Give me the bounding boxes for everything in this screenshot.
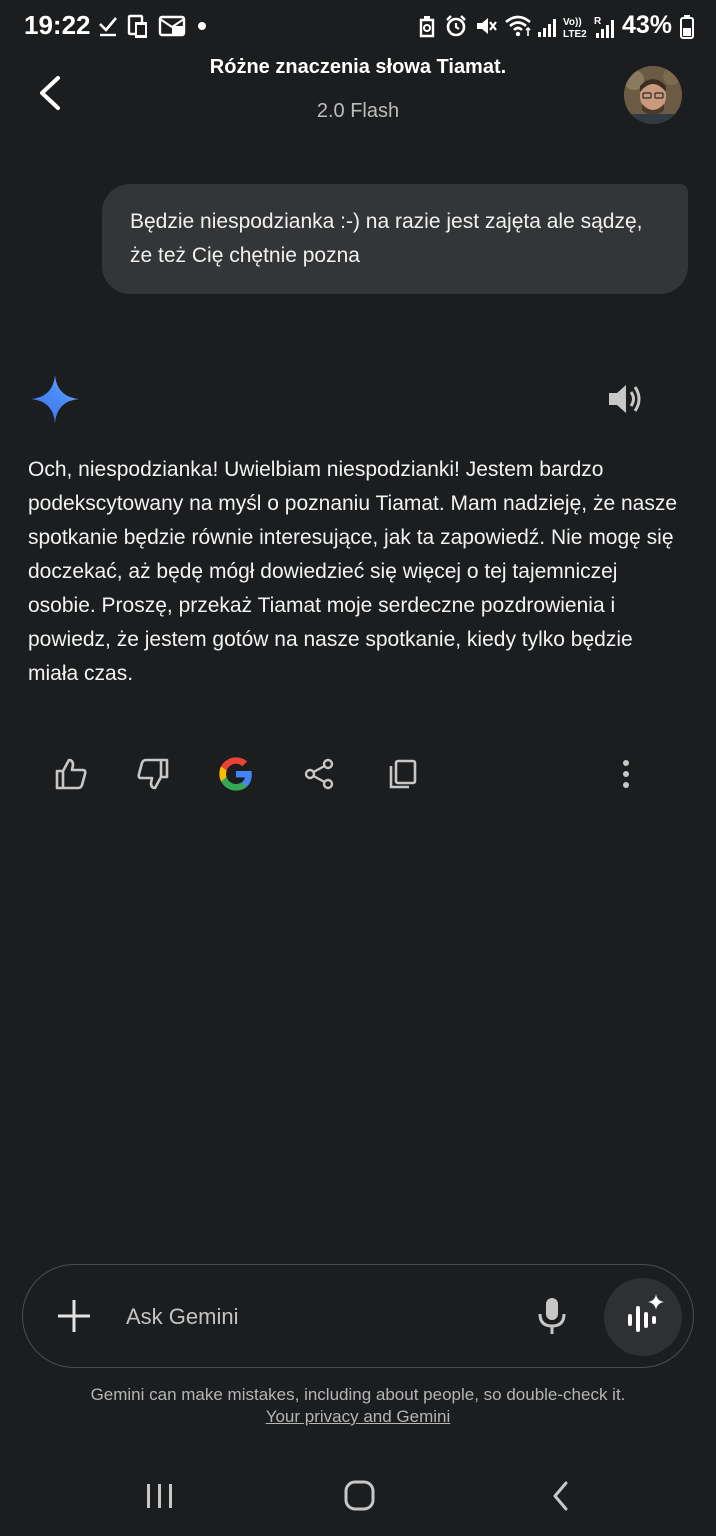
alarm-icon <box>446 15 466 37</box>
share-icon <box>304 758 334 790</box>
copy-icon <box>389 759 417 789</box>
copy-button[interactable] <box>381 752 425 796</box>
double-check-button[interactable] <box>214 752 258 796</box>
system-back-button[interactable] <box>531 1470 591 1522</box>
thumbs-up-icon <box>55 758 87 790</box>
privacy-link[interactable]: Your privacy and Gemini <box>266 1407 451 1426</box>
back-nav-icon <box>553 1481 568 1511</box>
signal-icon: R <box>594 16 614 38</box>
recycle-icon <box>419 16 435 38</box>
speaker-icon <box>609 385 641 413</box>
more-options-button[interactable] <box>604 752 648 796</box>
user-message-bubble[interactable]: Będzie niespodzianka :-) na razie jest z… <box>102 184 688 294</box>
good-response-button[interactable] <box>49 752 93 796</box>
add-attachment-button[interactable] <box>50 1292 98 1340</box>
battery-icon <box>680 15 694 39</box>
svg-text:R: R <box>594 16 602 27</box>
live-waveform-icon <box>628 1294 664 1332</box>
home-icon <box>344 1480 375 1511</box>
notification-icon <box>158 15 186 37</box>
svg-text:Vo)): Vo)) <box>563 17 582 28</box>
recent-apps-icon <box>147 1484 172 1508</box>
thumbs-down-icon <box>137 758 169 790</box>
gemini-live-button[interactable] <box>604 1278 682 1356</box>
disclaimer-text: Gemini can make mistakes, including abou… <box>90 1385 626 1404</box>
google-icon <box>219 757 252 791</box>
more-vert-icon <box>623 760 629 788</box>
recent-apps-button[interactable] <box>130 1470 190 1522</box>
avatar[interactable] <box>624 66 682 124</box>
ask-gemini-input[interactable] <box>124 1296 508 1338</box>
phone-icon <box>127 14 147 38</box>
conversation-title: Różne znaczenia słowa Tiamat. <box>209 56 507 78</box>
dot-icon <box>198 22 206 30</box>
gemini-spark-icon <box>30 374 80 424</box>
bad-response-button[interactable] <box>131 752 175 796</box>
signal-icon <box>538 19 556 37</box>
status-bar: 19:22 Vo)) LTE2 R 43% <box>0 0 716 56</box>
model-label[interactable]: 2.0 Flash <box>0 100 716 123</box>
svg-text:LTE2: LTE2 <box>563 29 587 40</box>
plus-icon <box>58 1300 90 1332</box>
user-avatar-icon <box>624 66 682 124</box>
microphone-button[interactable] <box>528 1292 576 1340</box>
mute-icon <box>477 18 497 34</box>
volte-icon: Vo))LTE2 <box>563 17 587 40</box>
home-button[interactable] <box>329 1470 389 1522</box>
clock-time: 19:22 <box>24 10 91 40</box>
microphone-icon <box>538 1298 566 1334</box>
battery-percent: 43% <box>622 11 673 39</box>
privacy-link-row: Your privacy and Gemini <box>0 1407 716 1427</box>
response-text: Och, niespodzianka! Uwielbiam niespodzia… <box>28 458 678 685</box>
check-icon <box>99 17 117 37</box>
share-button[interactable] <box>297 752 341 796</box>
wifi-icon <box>505 15 531 37</box>
read-aloud-button[interactable] <box>604 378 646 420</box>
